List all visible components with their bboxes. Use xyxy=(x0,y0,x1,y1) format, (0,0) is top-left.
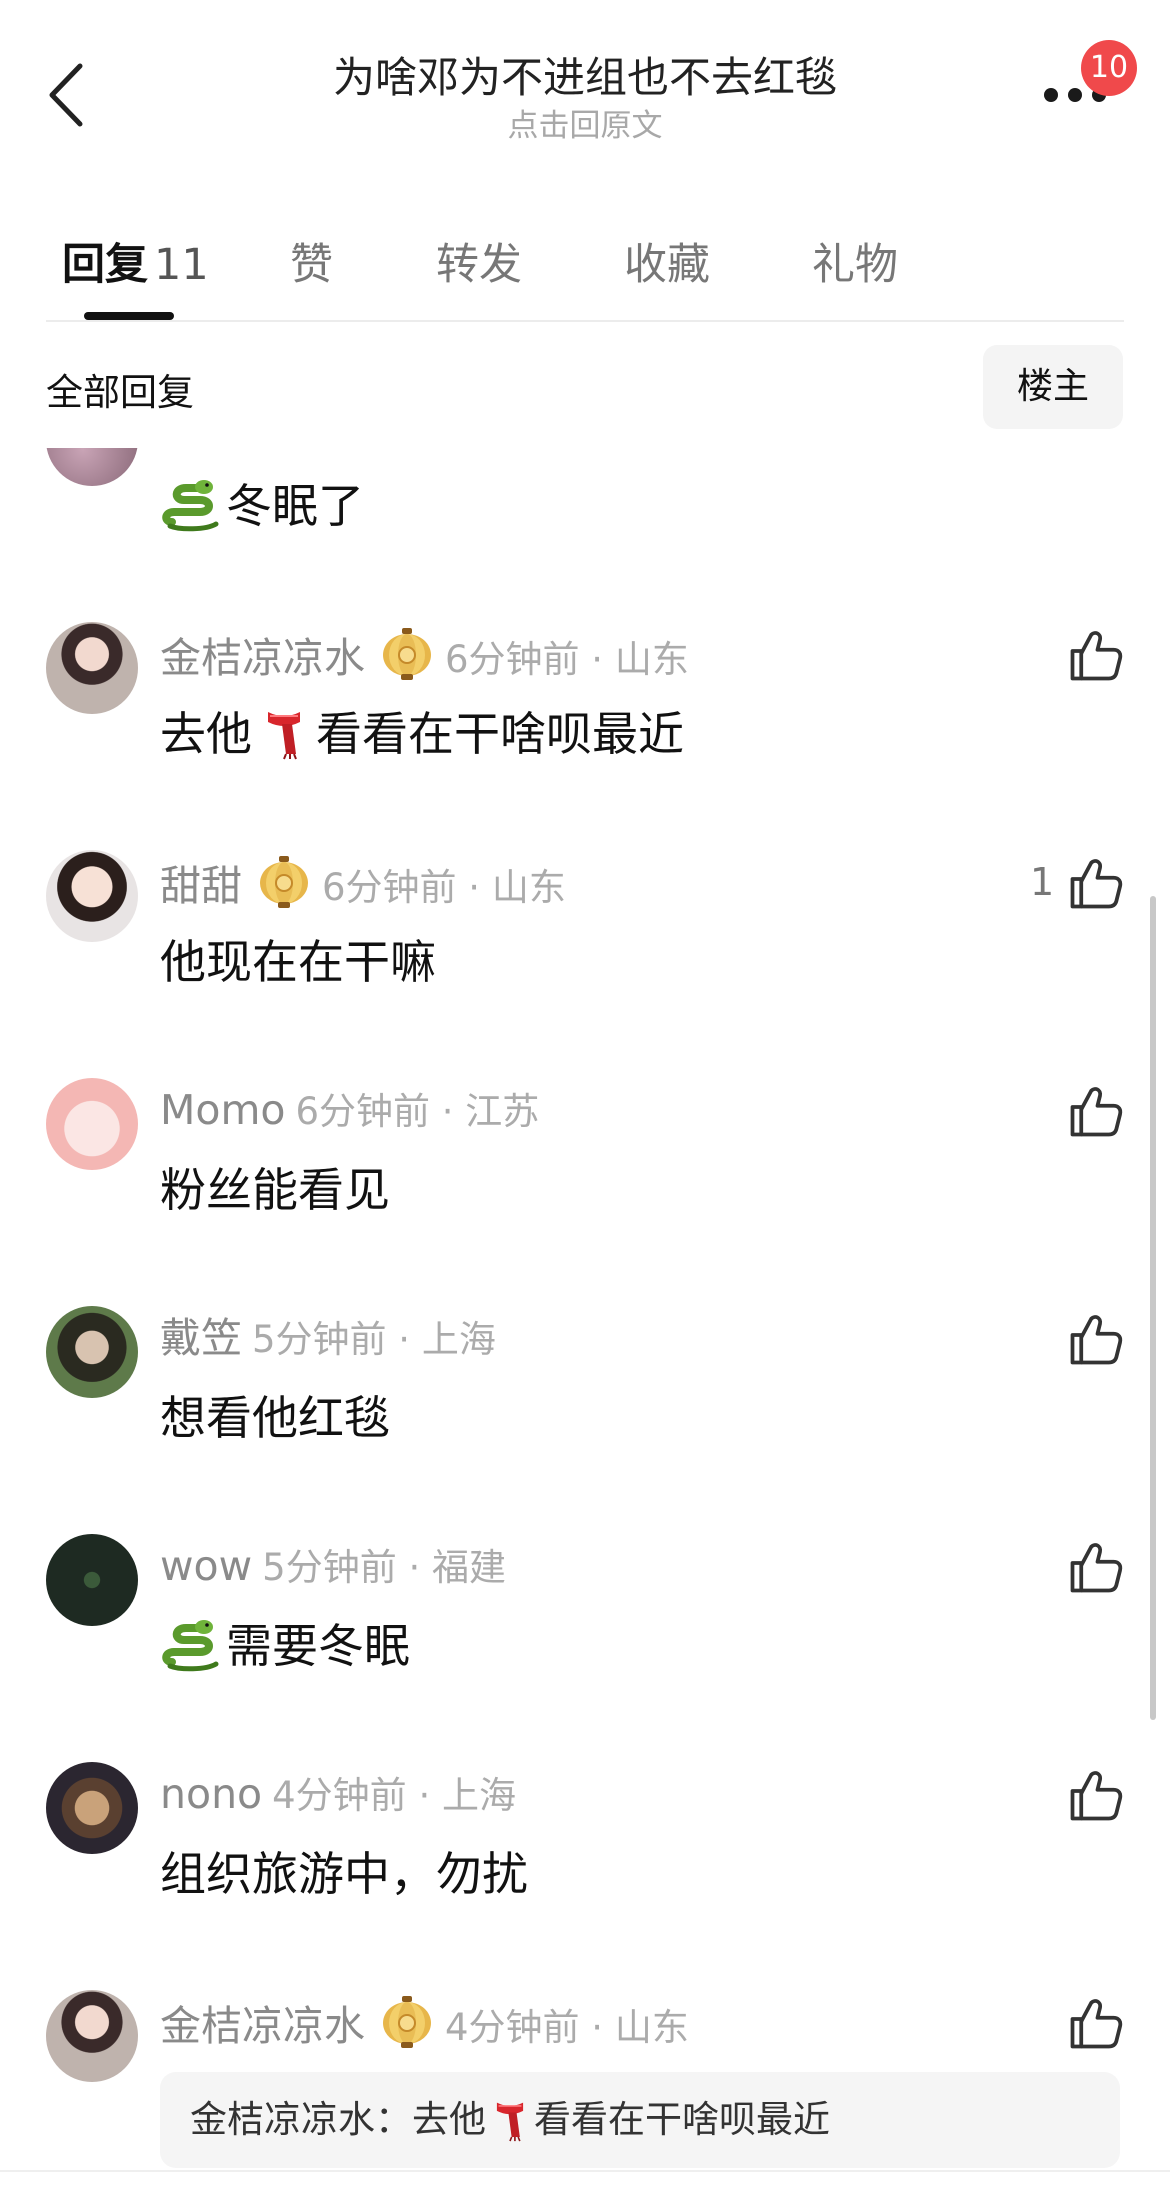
comment-meta: 金桔凉凉水 4分钟前 · 山东 xyxy=(160,1994,689,2056)
snake-emoji-icon xyxy=(160,476,222,532)
comment-meta: Momo 6分钟前 · 江苏 xyxy=(160,1082,539,1140)
timestamp-location: 6分钟前 · 山东 xyxy=(322,866,566,909)
comment-text-part: 去他 xyxy=(160,707,252,761)
section-title: 全部回复 xyxy=(46,371,194,414)
like-icon[interactable] xyxy=(1065,1310,1125,1370)
timestamp-location: 6分钟前 · 山东 xyxy=(445,638,689,681)
avatar[interactable] xyxy=(46,1078,138,1170)
username[interactable]: 金桔凉凉水 xyxy=(160,2002,365,2050)
timestamp-location: 5分钟前 · 上海 xyxy=(252,1318,496,1361)
comment-item: 甜甜 6分钟前 · 山东 1 他现在在干嘛 xyxy=(0,850,1170,1070)
avatar[interactable] xyxy=(46,1762,138,1854)
avatar[interactable] xyxy=(46,622,138,714)
comment-text-part: 看看在干啥呗最近 xyxy=(316,707,684,761)
timestamp-location: 4分钟前 · 山东 xyxy=(445,2006,689,2049)
scrollbar[interactable] xyxy=(1150,896,1156,1720)
tab-replies-count: 11 xyxy=(154,240,209,290)
username[interactable]: 戴笠 xyxy=(160,1314,242,1362)
op-filter-button[interactable]: 楼主 xyxy=(983,345,1123,429)
username[interactable]: 甜甜 xyxy=(160,862,242,910)
comment-item: Momo 6分钟前 · 江苏 粉丝能看见 xyxy=(0,1078,1170,1298)
comment-text-content: 冬眠了 xyxy=(226,479,364,533)
comment-item: wow 5分钟前 · 福建 需要冬眠 xyxy=(0,1534,1170,1754)
avatar[interactable] xyxy=(46,1990,138,2082)
divider xyxy=(0,2170,1170,2172)
quoted-text-part: 看看在干啥呗最近 xyxy=(534,2098,830,2141)
comment-text: 冬眠了 xyxy=(160,470,364,536)
tab-gifts[interactable]: 礼物 xyxy=(812,230,898,292)
back-to-original-link[interactable]: 点击回原文 xyxy=(0,100,1170,145)
comment-text-content: 需要冬眠 xyxy=(226,1619,410,1673)
comment-meta: 金桔凉凉水 6分钟前 · 山东 xyxy=(160,626,689,688)
like-icon[interactable] xyxy=(1065,1538,1125,1598)
comment-meta: nono 4分钟前 · 上海 xyxy=(160,1766,516,1824)
quoted-text-part: 去他 xyxy=(412,2098,486,2141)
like-icon[interactable] xyxy=(1065,626,1125,686)
like-icon[interactable] xyxy=(1065,1082,1125,1142)
like-icon[interactable] xyxy=(1065,1766,1125,1826)
avatar[interactable] xyxy=(46,850,138,942)
tab-reposts[interactable]: 转发 xyxy=(436,230,522,292)
scarf-emoji-icon xyxy=(492,2096,528,2142)
more-dot-icon xyxy=(1044,88,1058,102)
comment-item: nono 4分钟前 · 上海 组织旅游中，勿扰 xyxy=(0,1762,1170,1982)
comment-text: 去他 看看在干啥呗最近 xyxy=(160,698,684,764)
username[interactable]: Momo xyxy=(160,1086,285,1134)
active-tab-indicator xyxy=(84,312,174,320)
like-icon[interactable] xyxy=(1065,1994,1125,2054)
divider xyxy=(46,320,1124,322)
timestamp-location: 5分钟前 · 福建 xyxy=(262,1546,506,1589)
lantern-badge-icon xyxy=(256,854,312,910)
avatar[interactable] xyxy=(46,448,138,486)
comment-text: 需要冬眠 xyxy=(160,1610,410,1676)
tab-favorites[interactable]: 收藏 xyxy=(624,230,710,292)
comment-text: 想看他红毯 xyxy=(160,1391,390,1445)
comment-text: 他现在在干嘛 xyxy=(160,935,436,989)
username[interactable]: nono xyxy=(160,1770,262,1818)
more-dot-icon xyxy=(1068,88,1082,102)
like-count: 1 xyxy=(1030,860,1055,904)
username[interactable]: wow xyxy=(160,1542,252,1590)
notification-badge: 10 xyxy=(1081,40,1137,96)
tab-bar: 回复 11 赞 转发 收藏 礼物 xyxy=(0,210,1170,322)
avatar[interactable] xyxy=(46,1534,138,1626)
comment-item: 戴笠 5分钟前 · 上海 想看他红毯 xyxy=(0,1306,1170,1526)
avatar[interactable] xyxy=(46,1306,138,1398)
comment-meta: 甜甜 6分钟前 · 山东 xyxy=(160,854,566,916)
like-icon[interactable] xyxy=(1065,854,1125,914)
comment-text: 组织旅游中，勿扰 xyxy=(160,1847,528,1901)
quoted-reply[interactable]: 金桔凉凉水：去他 看看在干啥呗最近 xyxy=(160,2072,1120,2168)
timestamp-location: 4分钟前 · 上海 xyxy=(272,1774,516,1817)
timestamp-location: 6分钟前 · 江苏 xyxy=(295,1090,540,1133)
comment-text: 粉丝能看见 xyxy=(160,1163,390,1217)
comment-item: 金桔凉凉水 4分钟前 · 山东 金桔凉凉水：去他 看看在干啥呗最近 xyxy=(0,1990,1170,2210)
comment-meta: wow 5分钟前 · 福建 xyxy=(160,1538,506,1596)
lantern-badge-icon xyxy=(379,1994,435,2050)
quoted-username: 金桔凉凉水： xyxy=(190,2098,412,2141)
snake-emoji-icon xyxy=(160,1616,222,1672)
username[interactable]: 金桔凉凉水 xyxy=(160,634,365,682)
tab-replies[interactable]: 回复 11 xyxy=(62,230,209,292)
tab-replies-label: 回复 xyxy=(62,240,148,290)
comment-item: 金桔凉凉水 6分钟前 · 山东 去他 看看在干啥呗最近 xyxy=(0,622,1170,842)
top-bar: 为啥邓为不进组也不去红毯 点击回原文 10 xyxy=(0,0,1170,150)
page-title[interactable]: 为啥邓为不进组也不去红毯 xyxy=(0,44,1170,105)
comment-meta: 戴笠 5分钟前 · 上海 xyxy=(160,1310,496,1368)
lantern-badge-icon xyxy=(379,626,435,682)
scarf-emoji-icon xyxy=(262,704,306,760)
tab-likes[interactable]: 赞 xyxy=(290,230,333,292)
